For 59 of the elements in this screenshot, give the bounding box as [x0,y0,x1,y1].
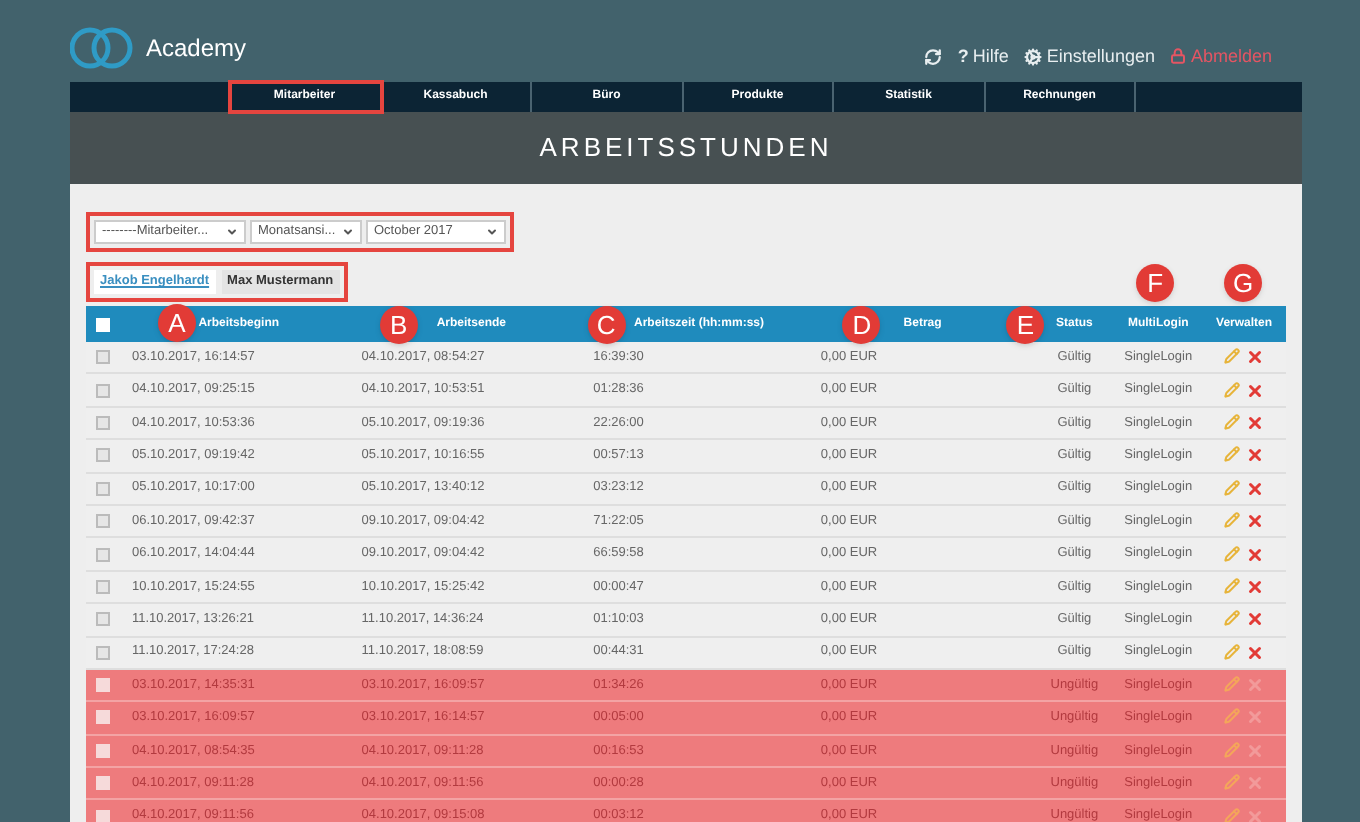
delete-icon[interactable] [1246,512,1265,531]
edit-icon[interactable] [1224,807,1241,822]
annotation-marker: D [842,306,881,344]
lock-icon [1170,48,1187,65]
row-checkbox[interactable] [96,743,111,758]
delete-icon[interactable] [1246,479,1265,498]
caret-icon [342,226,354,238]
row-checkbox[interactable] [96,645,111,660]
page-title: ARBEITSSTUNDEN [539,130,833,167]
edit-icon[interactable] [1224,741,1241,758]
delete-icon[interactable] [1246,348,1265,367]
annotation-marker: C [587,306,626,344]
caret-icon [486,226,498,238]
row-checkbox[interactable] [96,481,111,496]
gears-icon [1024,47,1043,66]
annotation-marker: A [157,304,196,342]
edit-icon[interactable] [1224,348,1241,365]
row-checkbox[interactable] [96,514,111,529]
delete-icon[interactable] [1246,381,1265,400]
brand-name: Academy [146,32,247,66]
edit-icon[interactable] [1224,446,1241,463]
select-all-checkbox[interactable] [96,317,111,331]
row-checkbox[interactable] [96,350,111,365]
annotation-marker: B [379,306,418,344]
edit-icon[interactable] [1224,676,1241,693]
edit-icon[interactable] [1224,512,1241,529]
row-checkbox[interactable] [96,710,111,725]
row-checkbox[interactable] [96,776,111,791]
delete-icon[interactable] [1246,446,1265,465]
help-link[interactable]: ? Hilfe [957,43,1009,70]
edit-icon[interactable] [1224,577,1241,594]
edit-icon[interactable] [1224,413,1241,430]
caret-icon [226,226,238,238]
edit-icon[interactable] [1224,381,1241,398]
edit-icon[interactable] [1224,610,1241,627]
annotation-marker: G [1224,264,1263,302]
annotation-marker: F [1136,264,1175,302]
row-checkbox[interactable] [96,579,111,594]
edit-icon[interactable] [1224,545,1241,562]
row-checkbox[interactable] [96,809,111,822]
delete-icon[interactable] [1246,545,1265,564]
delete-icon[interactable] [1246,643,1265,662]
row-checkbox[interactable] [96,547,111,562]
logo-icon [70,26,134,70]
row-checkbox[interactable] [96,678,111,693]
delete-icon[interactable] [1246,413,1265,432]
edit-icon[interactable] [1224,708,1241,725]
edit-icon[interactable] [1224,774,1241,791]
row-checkbox[interactable] [96,612,111,627]
edit-icon[interactable] [1224,643,1241,660]
edit-icon[interactable] [1224,479,1241,496]
annotation-marker: E [1006,306,1045,344]
settings-link[interactable]: Einstellungen [1024,43,1155,70]
delete-icon[interactable] [1246,577,1265,596]
row-checkbox[interactable] [96,383,111,398]
row-checkbox[interactable] [96,448,111,463]
delete-icon[interactable] [1246,610,1265,629]
row-checkbox[interactable] [96,415,111,430]
refresh-icon[interactable] [923,47,942,66]
